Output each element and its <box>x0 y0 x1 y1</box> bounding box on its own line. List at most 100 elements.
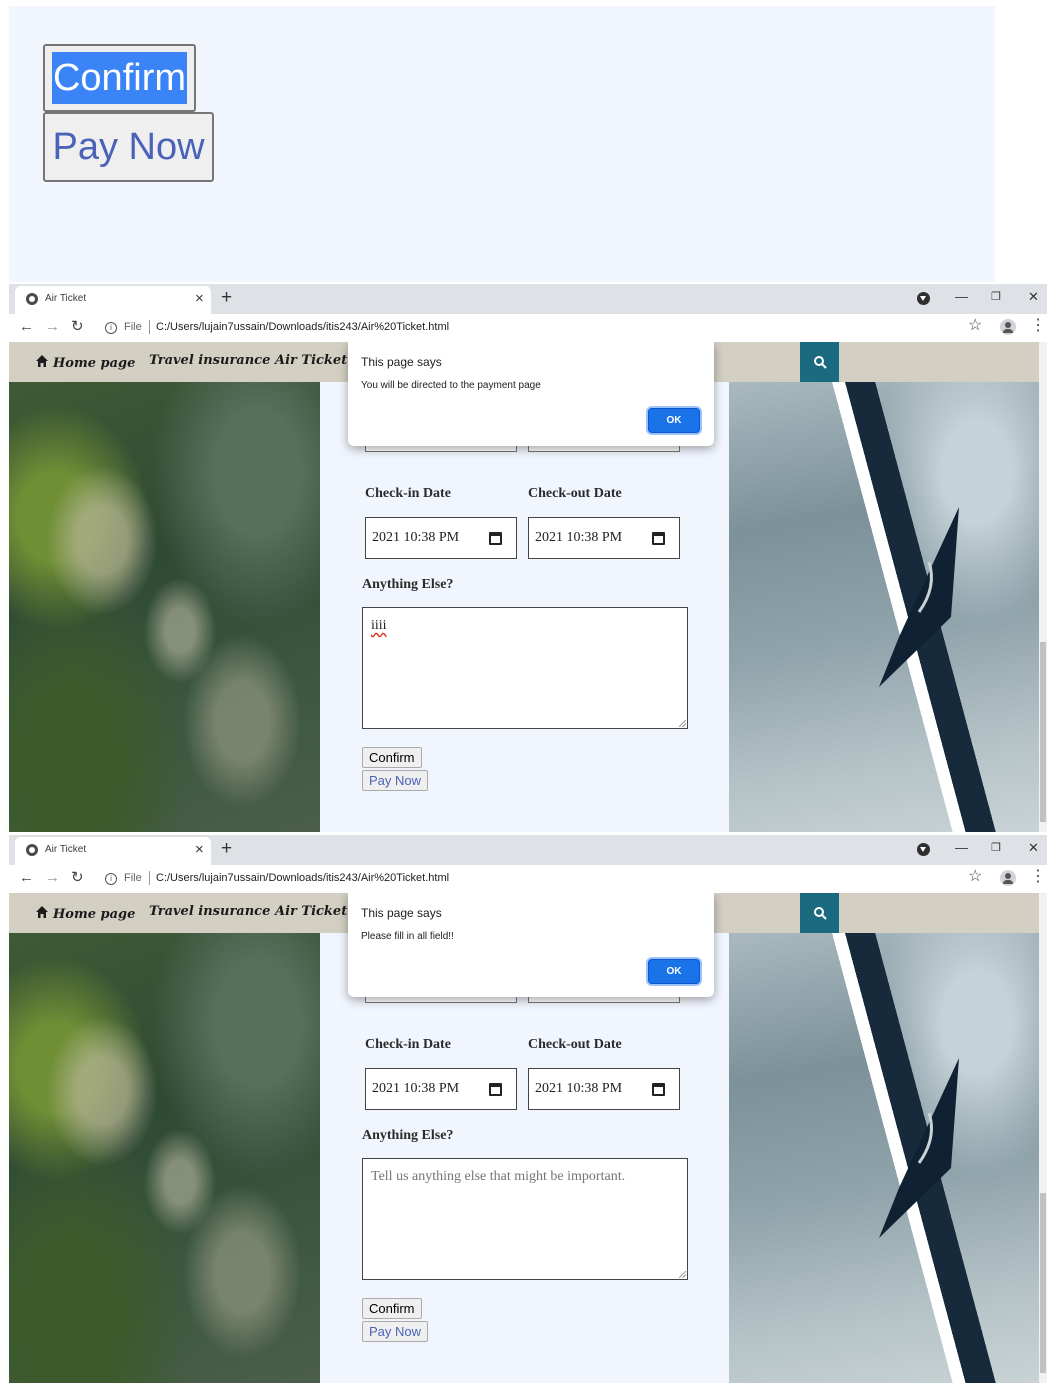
home-icon <box>36 906 48 918</box>
page-scrollbar[interactable] <box>1039 342 1047 832</box>
extension-icon[interactable] <box>917 292 930 305</box>
search-icon <box>813 907 827 920</box>
url-text[interactable]: C:/Users/lujain7ussain/Downloads/itis243… <box>156 872 449 884</box>
url-text[interactable]: C:/Users/lujain7ussain/Downloads/itis243… <box>156 321 449 333</box>
tab-close-icon[interactable]: × <box>195 290 204 308</box>
dialog-ok-button[interactable]: OK <box>648 408 700 433</box>
textarea-value: iiii <box>371 618 387 633</box>
nav-home-label: Home page <box>53 356 136 371</box>
airplane-wing-image-right <box>729 933 1039 1383</box>
restore-icon[interactable]: ❐ <box>991 839 1001 857</box>
menu-dots-icon[interactable]: ⋮ <box>1030 317 1046 335</box>
reload-icon[interactable]: ↻ <box>71 869 84 887</box>
zoomed-pay-now-button[interactable]: Pay Now <box>43 112 214 182</box>
dialog-title: This page says <box>361 906 442 920</box>
checkout-date-input[interactable]: 2021 10:38 PM <box>528 517 680 559</box>
aerial-image-left <box>9 933 320 1383</box>
alert-dialog: This page says Please fill in all field!… <box>348 893 714 997</box>
new-tab-icon[interactable]: + <box>221 837 232 861</box>
forward-arrow-icon[interactable]: → <box>45 869 60 887</box>
calendar-icon[interactable] <box>489 1083 502 1096</box>
zoomed-confirm-button[interactable]: Confirm <box>43 44 196 112</box>
tab-bar: Air Ticket × + — ❐ ✕ <box>9 835 1047 865</box>
minimize-icon[interactable]: — <box>955 839 968 857</box>
scrollbar-thumb[interactable] <box>1040 642 1046 822</box>
resize-grip-icon[interactable] <box>679 1271 686 1278</box>
checkin-date-label: Check-in Date <box>365 486 451 501</box>
restore-icon[interactable]: ❐ <box>991 288 1001 306</box>
booking-form: Check-in Date Check-out Date 2021 10:38 … <box>320 933 729 1383</box>
anything-else-label: Anything Else? <box>362 1128 454 1143</box>
menu-dots-icon[interactable]: ⋮ <box>1030 868 1046 886</box>
info-icon[interactable]: i <box>105 322 117 334</box>
nav-air-ticket-link[interactable]: Air Ticket <box>275 904 347 919</box>
address-separator <box>149 871 150 885</box>
nav-home-link[interactable]: Home page <box>35 353 135 371</box>
confirm-button[interactable]: Confirm <box>362 747 422 768</box>
nav-travel-insurance-link[interactable]: Travel insurance <box>149 353 270 368</box>
tab-title: Air Ticket <box>45 844 87 855</box>
globe-icon <box>26 844 38 856</box>
confirm-button[interactable]: Confirm <box>362 1298 422 1319</box>
calendar-icon[interactable] <box>652 1083 665 1096</box>
tab-close-icon[interactable]: × <box>195 841 204 859</box>
bookmark-star-icon[interactable]: ☆ <box>968 317 982 335</box>
anything-else-textarea[interactable]: iiii <box>362 607 688 729</box>
search-button[interactable] <box>800 342 839 382</box>
zoomed-buttons-panel: Confirm Pay Now <box>9 6 995 282</box>
checkin-date-label: Check-in Date <box>365 1037 451 1052</box>
nav-travel-insurance-link[interactable]: Travel insurance <box>149 904 270 919</box>
booking-form: Check-in Date Check-out Date 2021 10:38 … <box>320 382 729 832</box>
info-icon[interactable]: i <box>105 873 117 885</box>
address-bar: ← → ↻ i File C:/Users/lujain7ussain/Down… <box>9 865 1047 893</box>
globe-icon <box>26 293 38 305</box>
profile-icon[interactable] <box>1000 319 1016 335</box>
nav-home-link[interactable]: Home page <box>35 904 135 922</box>
forward-arrow-icon[interactable]: → <box>45 318 60 336</box>
back-arrow-icon[interactable]: ← <box>19 318 34 336</box>
nav-air-ticket-link[interactable]: Air Ticket <box>275 353 347 368</box>
page-scrollbar[interactable] <box>1039 893 1047 1383</box>
reload-icon[interactable]: ↻ <box>71 318 84 336</box>
new-tab-icon[interactable]: + <box>221 286 232 310</box>
dialog-message: You will be directed to the payment page <box>361 380 541 391</box>
zoomed-confirm-selected-text: Confirm <box>51 52 188 104</box>
aerial-image-left <box>9 382 320 832</box>
checkout-date-input[interactable]: 2021 10:38 PM <box>528 1068 680 1110</box>
bookmark-star-icon[interactable]: ☆ <box>968 868 982 886</box>
calendar-icon[interactable] <box>652 532 665 545</box>
dialog-title: This page says <box>361 355 442 369</box>
close-window-icon[interactable]: ✕ <box>1028 839 1039 857</box>
anything-else-label: Anything Else? <box>362 577 454 592</box>
file-label: File <box>124 321 142 333</box>
pay-now-button[interactable]: Pay Now <box>362 1321 429 1342</box>
checkout-date-value: 2021 10:38 PM <box>535 1081 623 1096</box>
scrollbar-thumb[interactable] <box>1040 1193 1046 1373</box>
dialog-ok-button[interactable]: OK <box>648 959 700 984</box>
profile-icon[interactable] <box>1000 870 1016 886</box>
checkin-date-input[interactable]: 2021 10:38 PM <box>365 1068 517 1110</box>
address-separator <box>149 320 150 334</box>
search-button[interactable] <box>800 893 839 933</box>
home-icon <box>36 355 48 367</box>
extension-icon[interactable] <box>917 843 930 856</box>
minimize-icon[interactable]: — <box>955 288 968 306</box>
checkin-date-value: 2021 10:38 PM <box>372 1081 460 1096</box>
airplane-wing-image-right <box>729 382 1039 832</box>
tab-air-ticket[interactable]: Air Ticket × <box>15 286 211 314</box>
back-arrow-icon[interactable]: ← <box>19 869 34 887</box>
page-viewport: Home page Travel insurance Air Ticket Ch… <box>9 893 1039 1383</box>
anything-else-textarea[interactable]: Tell us anything else that might be impo… <box>362 1158 688 1280</box>
close-window-icon[interactable]: ✕ <box>1028 288 1039 306</box>
checkin-date-input[interactable]: 2021 10:38 PM <box>365 517 517 559</box>
checkout-date-value: 2021 10:38 PM <box>535 530 623 545</box>
address-bar: ← → ↻ i File C:/Users/lujain7ussain/Down… <box>9 314 1047 342</box>
search-icon <box>813 356 827 369</box>
page-viewport: Home page Travel insurance Air Ticket Ch… <box>9 342 1039 832</box>
tab-air-ticket[interactable]: Air Ticket × <box>15 837 211 865</box>
pay-now-button[interactable]: Pay Now <box>362 770 429 791</box>
resize-grip-icon[interactable] <box>679 720 686 727</box>
airplane-tail-shape <box>879 1058 959 1238</box>
checkin-date-value: 2021 10:38 PM <box>372 530 460 545</box>
calendar-icon[interactable] <box>489 532 502 545</box>
